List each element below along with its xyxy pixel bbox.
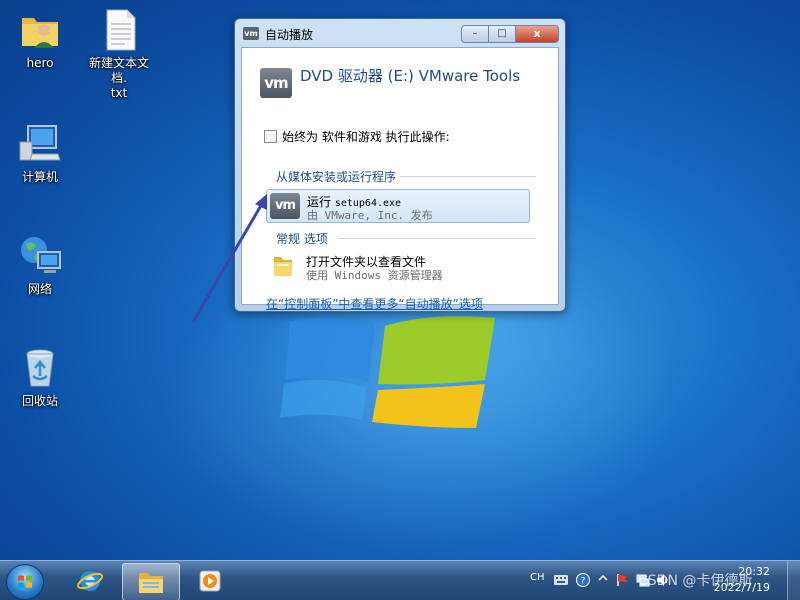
windows-logo-wallpaper: [280, 316, 495, 428]
close-button[interactable]: x: [515, 25, 559, 43]
desktop-icon-recycle-bin[interactable]: 回收站: [3, 346, 77, 409]
windows-flag-icon: [18, 575, 32, 588]
language-indicator[interactable]: CH: [530, 572, 545, 583]
network-icon: [21, 237, 61, 273]
minimize-button[interactable]: –: [461, 25, 488, 43]
desktop-icon-computer[interactable]: 计算机: [3, 122, 77, 185]
drive-title: DVD 驱动器 (E:) VMware Tools: [300, 67, 521, 85]
desktop-icon-text-file[interactable]: 新建文本文档. txt: [82, 8, 156, 101]
taskbar-explorer-button[interactable]: [122, 563, 180, 600]
always-do-this-checkbox[interactable]: [264, 130, 277, 143]
help-icon[interactable]: ?: [576, 573, 590, 587]
file-explorer-icon: [139, 573, 163, 593]
recycle-bin-icon: [26, 349, 54, 387]
control-panel-autoplay-link[interactable]: 在“控制面板”中查看更多“自动播放”选项: [266, 295, 483, 312]
keyboard-icon[interactable]: [554, 574, 568, 586]
desktop-icon-network[interactable]: 网络: [3, 234, 77, 297]
computer-icon: [19, 125, 61, 161]
user-folder-icon: [22, 18, 58, 48]
open-folder-subtitle: 使用 Windows 资源管理器: [306, 269, 443, 282]
internet-explorer-icon: [77, 571, 103, 591]
taskbar-media-player-button[interactable]: [182, 563, 238, 599]
media-player-icon: [199, 570, 221, 592]
vmware-drive-icon: vm: [260, 68, 292, 98]
open-folder-option[interactable]: 打开文件夹以查看文件 使用 Windows 资源管理器: [266, 250, 528, 282]
svg-text:?: ?: [581, 577, 586, 587]
section-install-divider: [400, 176, 536, 177]
csdn-watermark: CSDN @卡伊德斯: [638, 573, 753, 589]
window-controls: – □ x: [461, 25, 559, 43]
annotation-arrow: [191, 194, 267, 323]
section-install-header: 从媒体安装或运行程序: [276, 170, 397, 184]
show-hidden-icons-arrow-icon[interactable]: [598, 571, 608, 587]
run-setup-option[interactable]: vm 运行 setup64.exe 由 VMware, Inc. 发布: [266, 189, 530, 223]
desktop-icon-hero[interactable]: hero: [3, 8, 77, 71]
always-do-this-label: 始终为 软件和游戏 执行此操作:: [282, 130, 450, 144]
section-general-divider: [338, 238, 536, 239]
text-file-icon: [106, 9, 136, 51]
run-setup-publisher: 由 VMware, Inc. 发布: [307, 209, 433, 222]
autoplay-content: vm DVD 驱动器 (E:) VMware Tools 始终为 软件和游戏 执…: [241, 47, 559, 311]
maximize-button[interactable]: □: [488, 25, 515, 43]
show-desktop-button[interactable]: [787, 561, 800, 600]
taskbar-ie-button[interactable]: [62, 563, 118, 599]
action-center-flag-icon[interactable]: [616, 573, 630, 587]
start-button[interactable]: [6, 564, 44, 600]
always-do-this-checkbox-row[interactable]: 始终为 软件和游戏 执行此操作:: [264, 128, 450, 145]
window-titlebar[interactable]: vm 自动播放 – □ x: [235, 19, 565, 47]
window-title: 自动播放: [265, 28, 314, 42]
desktop: hero 新建文本文档. txt 计算机 网络 回收站 vm 自动播放 – □ …: [0, 0, 800, 600]
vmware-title-icon: vm: [243, 27, 259, 40]
